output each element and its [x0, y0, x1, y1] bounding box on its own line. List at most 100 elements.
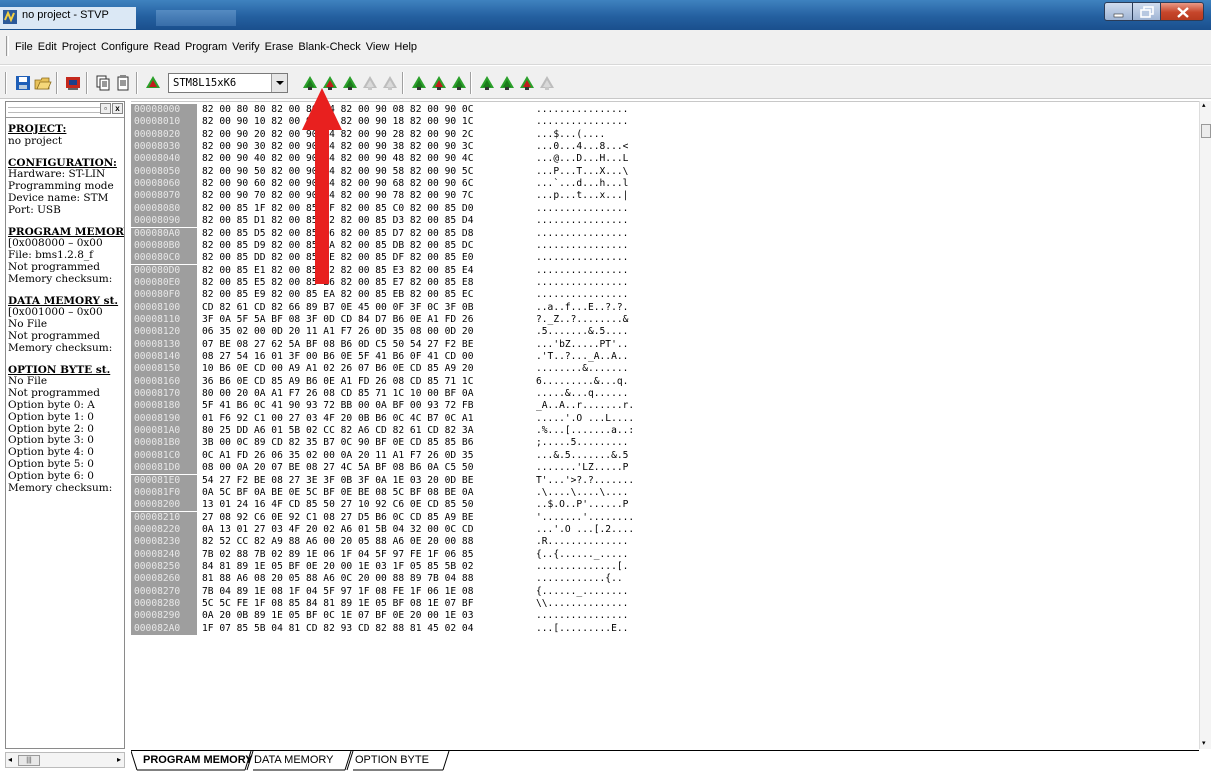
hex-bytes[interactable]: 3B 00 0C 89 CD 82 35 B7 0C 90 BF 0E CD 8…: [202, 437, 473, 449]
hex-row[interactable]: 00008190 01 F6 92 C1 00 27 03 4F 20 0B B6…: [131, 412, 1199, 426]
menu-file[interactable]: File: [15, 30, 33, 65]
hex-row[interactable]: 000081D0 08 00 0A 20 07 BE 08 27 4C 5A BF…: [131, 462, 1199, 475]
hex-bytes[interactable]: 80 00 20 0A A1 F7 26 08 CD 85 71 1C 10 0…: [202, 388, 473, 400]
hex-row[interactable]: 00008140 08 27 54 16 01 3F 00 B6 0E 5F 41…: [131, 351, 1199, 364]
hex-row[interactable]: 00008150 10 B6 0E CD 00 A9 A1 02 26 07 B6…: [131, 363, 1199, 376]
hex-row[interactable]: 00008080 82 00 85 1F 82 00 85 CF 82 00 85…: [131, 202, 1199, 216]
menu-program[interactable]: Program: [185, 30, 227, 65]
tab-option-byte[interactable]: OPTION BYTE: [349, 751, 435, 770]
program-page-icon[interactable]: [498, 74, 516, 92]
scroll-left-icon[interactable]: ◂: [8, 755, 12, 764]
menu-read[interactable]: Read: [154, 30, 180, 65]
hex-vscrollbar[interactable]: ▴ ▾: [1199, 101, 1211, 749]
hex-bytes[interactable]: 08 27 54 16 01 3F 00 B6 0E 5F 41 B6 0F 4…: [202, 351, 473, 363]
hex-row[interactable]: 00008030 82 00 90 30 82 00 90 34 82 00 90…: [131, 141, 1199, 154]
hex-row[interactable]: 00008050 82 00 90 50 82 00 90 54 82 00 90…: [131, 165, 1199, 179]
hex-row[interactable]: 00008270 7B 04 89 1E 08 1F 04 5F 97 1F 08…: [131, 585, 1199, 598]
save-icon[interactable]: [14, 74, 32, 92]
hex-row[interactable]: 00008110 3F 0A 5F 5A BF 08 3F 0D CD 84 D7…: [131, 313, 1199, 327]
hex-row[interactable]: 00008060 82 00 90 60 82 00 90 64 82 00 90…: [131, 178, 1199, 191]
hex-row[interactable]: 000081F0 0A 5C BF 0A BE 0E 5C BF 0E BE 08…: [131, 486, 1199, 500]
menu-erase[interactable]: Erase: [265, 30, 294, 65]
menu-edit[interactable]: Edit: [38, 30, 57, 65]
hex-row[interactable]: 000080A0 82 00 85 D5 82 00 85 D6 82 00 85…: [131, 227, 1199, 240]
hex-bytes[interactable]: 5F 41 B6 0C 41 90 93 72 BB 00 0A BF 00 9…: [202, 400, 473, 412]
hex-row[interactable]: 000080C0 82 00 85 DD 82 00 85 DE 82 00 85…: [131, 252, 1199, 265]
hex-bytes[interactable]: 5C 5C FE 1F 08 85 84 81 89 1E 05 BF 08 1…: [202, 598, 473, 610]
hex-bytes[interactable]: 0A 20 0B 89 1E 05 BF 0C 1E 07 BF 0E 20 0…: [202, 610, 473, 622]
hex-row[interactable]: 000080B0 82 00 85 D9 82 00 85 DA 82 00 85…: [131, 239, 1199, 253]
hex-bytes[interactable]: 08 00 0A 20 07 BE 08 27 4C 5A BF 08 B6 0…: [202, 462, 473, 474]
hex-row[interactable]: 000081A0 80 25 DD A6 01 5B 02 CC 82 A6 CD…: [131, 425, 1199, 438]
panel-grip[interactable]: [8, 107, 104, 113]
verify-page-icon[interactable]: [518, 74, 536, 92]
program-current-icon[interactable]: [430, 74, 448, 92]
menu-verify[interactable]: Verify: [232, 30, 260, 65]
hex-row[interactable]: 000080F0 82 00 85 E9 82 00 85 EA 82 00 85…: [131, 289, 1199, 302]
scroll-down-icon[interactable]: ▾: [1202, 739, 1206, 747]
dropdown-arrow[interactable]: [271, 74, 287, 92]
maximize-button[interactable]: [1132, 2, 1160, 21]
hex-row[interactable]: 000080D0 82 00 85 E1 82 00 85 E2 82 00 85…: [131, 264, 1199, 277]
vscroll-thumb[interactable]: [1201, 124, 1211, 138]
settings-icon[interactable]: [64, 74, 82, 92]
panel-restore-button[interactable]: ▫: [100, 103, 111, 114]
menu-view[interactable]: View: [366, 30, 390, 65]
hex-row[interactable]: 000081C0 0C A1 FD 26 06 35 02 00 0A 20 11…: [131, 449, 1199, 463]
info-panel-hscrollbar[interactable]: ◂ ||| ▸: [5, 752, 125, 768]
hex-bytes[interactable]: 81 88 A6 08 20 05 88 A6 0C 20 00 88 89 7…: [202, 573, 473, 585]
hex-bytes[interactable]: 13 01 24 16 4F CD 85 50 27 10 92 C6 0E C…: [202, 499, 473, 511]
scroll-right-icon[interactable]: ▸: [117, 755, 121, 764]
erase-all-icon[interactable]: [361, 74, 379, 92]
hex-row[interactable]: 00008230 82 52 CC 82 A9 88 A6 00 20 05 88…: [131, 536, 1199, 549]
hex-bytes[interactable]: CD 82 61 CD 82 66 89 B7 0E 45 00 0F 3F 0…: [202, 302, 473, 314]
hex-bytes[interactable]: 0A 13 01 27 03 4F 20 02 A6 01 5B 04 32 0…: [202, 524, 473, 536]
hex-bytes[interactable]: 36 B6 0E CD 85 A9 B6 0E A1 FD 26 08 CD 8…: [202, 376, 473, 388]
hex-row[interactable]: 00008090 82 00 85 D1 82 00 85 D2 82 00 85…: [131, 215, 1199, 228]
device-select[interactable]: STM8L15xK6: [168, 73, 288, 93]
verify-current-icon[interactable]: [450, 74, 468, 92]
menu-configure[interactable]: Configure: [101, 30, 149, 65]
minimize-button[interactable]: [1104, 2, 1132, 21]
scroll-up-icon[interactable]: ▴: [1202, 101, 1206, 109]
hex-bytes[interactable]: 0A 5C BF 0A BE 0E 5C BF 0E BE 08 5C BF 0…: [202, 487, 473, 499]
hex-row[interactable]: 00008120 06 35 02 00 0D 20 11 A1 F7 26 0D…: [131, 326, 1199, 339]
hex-bytes[interactable]: 07 BE 08 27 62 5A BF 08 B6 0D C5 50 54 2…: [202, 339, 473, 351]
hex-row[interactable]: 00008200 13 01 24 16 4F CD 85 50 27 10 92…: [131, 499, 1199, 512]
hex-row[interactable]: 000081E0 54 27 F2 BE 08 27 3E 3F 0B 3F 0A…: [131, 474, 1199, 487]
hex-row[interactable]: 00008130 07 BE 08 27 62 5A BF 08 B6 0D C5…: [131, 338, 1199, 351]
blank-check-all-icon[interactable]: [381, 74, 399, 92]
hscroll-thumb[interactable]: |||: [18, 755, 40, 766]
hex-bytes[interactable]: 80 25 DD A6 01 5B 02 CC 82 A6 CD 82 61 C…: [202, 425, 473, 437]
hex-row[interactable]: 000082A0 1F 07 85 5B 04 81 CD 82 93 CD 82…: [131, 622, 1199, 635]
paste-icon[interactable]: [114, 74, 132, 92]
menu-blank-check[interactable]: Blank-Check: [298, 30, 360, 65]
hex-row[interactable]: 00008070 82 00 90 70 82 00 90 74 82 00 90…: [131, 190, 1199, 203]
panel-close-button[interactable]: x: [112, 103, 123, 114]
hex-row[interactable]: 00008170 80 00 20 0A A1 F7 26 08 CD 85 71…: [131, 388, 1199, 401]
menu-help[interactable]: Help: [394, 30, 417, 65]
hex-row[interactable]: 000080E0 82 00 85 E5 82 00 85 E6 82 00 85…: [131, 276, 1199, 290]
hex-row[interactable]: 00008100 CD 82 61 CD 82 66 89 B7 0E 45 00…: [131, 301, 1199, 314]
hex-bytes[interactable]: 7B 04 89 1E 08 1F 04 5F 97 1F 08 FE 1F 0…: [202, 586, 473, 598]
hex-bytes[interactable]: 0C A1 FD 26 06 35 02 00 0A 20 11 A1 F7 2…: [202, 450, 473, 462]
hex-bytes[interactable]: 10 B6 0E CD 00 A9 A1 02 26 07 B6 0E CD 8…: [202, 363, 473, 375]
hex-bytes[interactable]: 01 F6 92 C1 00 27 03 4F 20 0B B6 0C 4C B…: [202, 413, 473, 425]
tab-data-memory[interactable]: DATA MEMORY: [248, 751, 339, 770]
hex-row[interactable]: 00008040 82 00 90 40 82 00 90 44 82 00 90…: [131, 153, 1199, 166]
hex-bytes[interactable]: 82 00 85 E9 82 00 85 EA 82 00 85 EB 82 0…: [202, 289, 473, 301]
hex-row[interactable]: 0000801082 00 90 10 82 00 90 14 82 00 90…: [131, 116, 1199, 129]
hex-bytes[interactable]: 1F 07 85 5B 04 81 CD 82 93 CD 82 88 81 4…: [202, 623, 473, 635]
hex-row[interactable]: 00008260 81 88 A6 08 20 05 88 A6 0C 20 00…: [131, 573, 1199, 586]
hex-bytes[interactable]: 84 81 89 1E 05 BF 0E 20 00 1E 03 1F 05 8…: [202, 561, 473, 573]
read-page-icon[interactable]: [478, 74, 496, 92]
hex-row[interactable]: 00008240 7B 02 88 7B 02 89 1E 06 1F 04 5F…: [131, 548, 1199, 561]
hex-bytes[interactable]: 27 08 92 C6 0E 92 C1 08 27 D5 B6 0C CD 8…: [202, 512, 473, 524]
hex-bytes[interactable]: 3F 0A 5F 5A BF 08 3F 0D CD 84 D7 B6 0E A…: [202, 314, 473, 326]
hex-row[interactable]: 00008220 0A 13 01 27 03 4F 20 02 A6 01 5B…: [131, 523, 1199, 537]
hex-row[interactable]: 00008180 5F 41 B6 0C 41 90 93 72 BB 00 0A…: [131, 400, 1199, 413]
copy-icon[interactable]: [94, 74, 112, 92]
hex-row[interactable]: 00008250 84 81 89 1E 05 BF 0E 20 00 1E 03…: [131, 560, 1199, 574]
hex-row[interactable]: 00008280 5C 5C FE 1F 08 85 84 81 89 1E 05…: [131, 598, 1199, 611]
tab-program-memory[interactable]: PROGRAM MEMORY: [137, 751, 259, 770]
